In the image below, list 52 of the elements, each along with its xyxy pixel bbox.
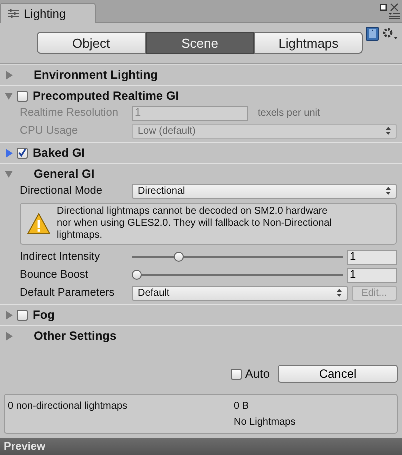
unit-label: texels per unit [258, 108, 320, 118]
checkbox-label: Auto [245, 367, 270, 381]
collapsed-arrow-icon[interactable] [5, 148, 14, 158]
value-field[interactable]: 1 [347, 250, 397, 264]
warning-text: Directional lightmaps cannot be decoded on SM2.0 hardware nor when using GLES2.0. They will fallback to Non-Directional lightmaps. [57, 206, 333, 242]
collapsed-arrow-icon[interactable] [5, 332, 14, 340]
section-title[interactable]: Baked GI [30, 146, 86, 160]
slider-thumb[interactable] [174, 252, 184, 262]
dropdown[interactable]: Directional [132, 184, 397, 198]
field-label: Indirect Intensity [20, 251, 102, 263]
menu-icon[interactable] [389, 12, 400, 20]
window-title: Lighting [24, 6, 66, 20]
field-label: Realtime Resolution [20, 107, 120, 119]
cancel-button[interactable]: Cancel [278, 365, 398, 383]
preview-bar[interactable]: Preview [0, 438, 402, 455]
mode-tab[interactable]: Lightmaps [254, 32, 364, 54]
mode-tab[interactable]: Object [37, 32, 146, 54]
slider-thumb[interactable] [132, 270, 142, 280]
field-label: Default Parameters [20, 287, 116, 299]
field-label: CPU Usage [20, 125, 80, 137]
field-label: Directional Mode [20, 185, 104, 197]
close-icon[interactable] [390, 3, 399, 12]
expanded-arrow-icon[interactable] [5, 92, 14, 100]
warning-icon [27, 213, 51, 235]
mode-tab[interactable]: Scene [146, 32, 254, 54]
section-title[interactable]: General GI [31, 167, 95, 181]
gear-icon[interactable] [382, 27, 399, 41]
collapsed-arrow-icon[interactable] [5, 70, 14, 80]
value-field[interactable]: 1 [347, 268, 397, 282]
collapsed-arrow-icon[interactable] [5, 310, 14, 320]
updown-caret-icon [337, 289, 342, 297]
preview-title: Preview [4, 440, 46, 452]
section-title[interactable]: Fog [30, 308, 55, 322]
stats-text: No Lightmaps [234, 417, 296, 428]
stats-text: 0 non-directional lightmaps [8, 401, 129, 414]
checkbox[interactable] [17, 310, 28, 320]
updown-caret-icon [386, 127, 391, 135]
maximize-icon[interactable] [380, 4, 387, 11]
checkbox[interactable] [17, 148, 28, 158]
stats-text: 0 B [234, 401, 250, 412]
dropdown[interactable]: Default [132, 286, 348, 300]
updown-caret-icon [386, 187, 391, 195]
section-title[interactable]: Precomputed Realtime GI [30, 89, 180, 103]
section-title[interactable]: Other Settings [31, 329, 117, 343]
section-title[interactable]: Environment Lighting [31, 68, 158, 82]
expanded-arrow-icon[interactable] [5, 170, 14, 178]
book-icon[interactable] [366, 27, 379, 41]
checkbox[interactable] [231, 368, 242, 380]
checkbox[interactable] [17, 90, 28, 102]
window-tab[interactable]: Lighting [0, 3, 96, 23]
field-label: Bounce Boost [20, 269, 90, 281]
sliders-icon [8, 9, 19, 18]
